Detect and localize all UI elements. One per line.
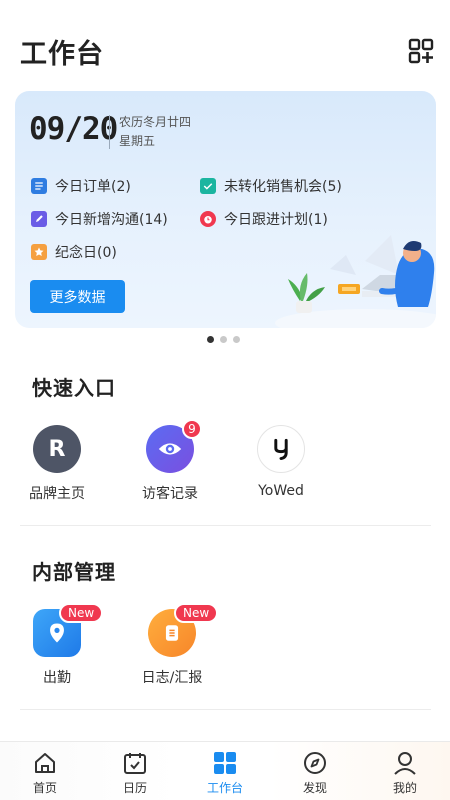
profile-icon xyxy=(394,752,416,775)
check-icon xyxy=(200,178,216,194)
section-divider xyxy=(20,525,431,526)
entry-attendance[interactable]: New 出勤 xyxy=(7,603,107,687)
tab-label: 日历 xyxy=(122,781,147,795)
entry-label: 品牌主页 xyxy=(29,486,85,502)
pager-dot[interactable] xyxy=(207,336,214,343)
yowed-logo-icon xyxy=(257,425,305,473)
star-icon xyxy=(31,244,47,260)
stat-label: 今日订单(2) xyxy=(55,179,131,195)
carousel-pager xyxy=(207,336,240,343)
lunar-date: 农历冬月廿四 xyxy=(119,115,192,129)
page-title: 工作台 xyxy=(20,39,104,70)
section-title-quick-entry: 快速入口 xyxy=(32,376,116,400)
stat-label: 今日新增沟通(14) xyxy=(55,212,168,228)
office-worker-illustration xyxy=(275,235,436,328)
summary-card[interactable]: 09/20 农历冬月廿四 星期五 今日订单(2) 未转化销售机会(5) 今日新增… xyxy=(15,91,436,328)
tab-home[interactable]: 首页 xyxy=(0,742,90,800)
tab-workbench[interactable]: 工作台 xyxy=(180,742,270,800)
tab-label: 首页 xyxy=(32,781,57,795)
header: 工作台 xyxy=(0,0,450,90)
stat-today-orders[interactable]: 今日订单(2) xyxy=(31,176,131,196)
stat-label: 未转化销售机会(5) xyxy=(224,179,342,195)
location-pin-icon: New xyxy=(33,603,104,657)
entry-label: 访客记录 xyxy=(142,486,198,502)
stat-unconverted-opportunities[interactable]: 未转化销售机会(5) xyxy=(200,176,342,196)
pager-dot[interactable] xyxy=(220,336,227,343)
section-divider xyxy=(20,709,431,710)
tab-label: 发现 xyxy=(302,781,327,795)
tab-discover[interactable]: 发现 xyxy=(270,742,360,800)
pager-dot[interactable] xyxy=(233,336,240,343)
grid-scan-icon[interactable] xyxy=(408,38,434,64)
alarm-icon xyxy=(200,211,216,227)
entry-label: 出勤 xyxy=(43,670,71,686)
entry-label: 日志/汇报 xyxy=(141,670,203,686)
section-title-internal-management: 内部管理 xyxy=(32,560,116,584)
tab-label: 我的 xyxy=(392,781,417,795)
notification-badge: 9 xyxy=(182,419,202,439)
stat-label: 纪念日(0) xyxy=(55,245,117,261)
eye-icon: 9 xyxy=(146,419,202,473)
entry-yowed[interactable]: YoWed xyxy=(231,425,331,499)
entry-visitor-records[interactable]: 9 访客记录 xyxy=(120,419,220,503)
tab-calendar[interactable]: 日历 xyxy=(90,742,180,800)
bottom-tab-bar: 首页 日历 工作台 发现 我的 xyxy=(0,741,450,800)
new-badge: New xyxy=(59,603,104,623)
order-icon xyxy=(31,178,47,194)
entry-log-report[interactable]: New 日志/汇报 xyxy=(122,603,222,687)
tab-label: 工作台 xyxy=(206,781,243,795)
compass-icon xyxy=(304,752,326,774)
edit-icon xyxy=(31,211,47,227)
date-divider xyxy=(109,115,110,149)
stat-anniversary[interactable]: 纪念日(0) xyxy=(31,242,117,262)
weekday: 星期五 xyxy=(119,134,156,148)
date-display: 09/20 xyxy=(29,111,118,147)
report-icon: New xyxy=(148,603,219,657)
brand-r-icon: R xyxy=(33,425,81,473)
stat-followup-plan[interactable]: 今日跟进计划(1) xyxy=(200,209,328,229)
new-badge: New xyxy=(174,603,219,623)
entry-label: YoWed xyxy=(258,483,304,499)
brand-glyph: R xyxy=(48,436,66,462)
workbench-icon xyxy=(214,752,236,774)
entry-brand-homepage[interactable]: R 品牌主页 xyxy=(7,425,107,503)
tab-profile[interactable]: 我的 xyxy=(360,742,450,800)
stat-label: 今日跟进计划(1) xyxy=(224,212,328,228)
calendar-icon xyxy=(124,753,146,774)
more-data-button[interactable]: 更多数据 xyxy=(30,280,125,313)
stat-new-communications[interactable]: 今日新增沟通(14) xyxy=(31,209,168,229)
home-icon xyxy=(35,753,55,773)
